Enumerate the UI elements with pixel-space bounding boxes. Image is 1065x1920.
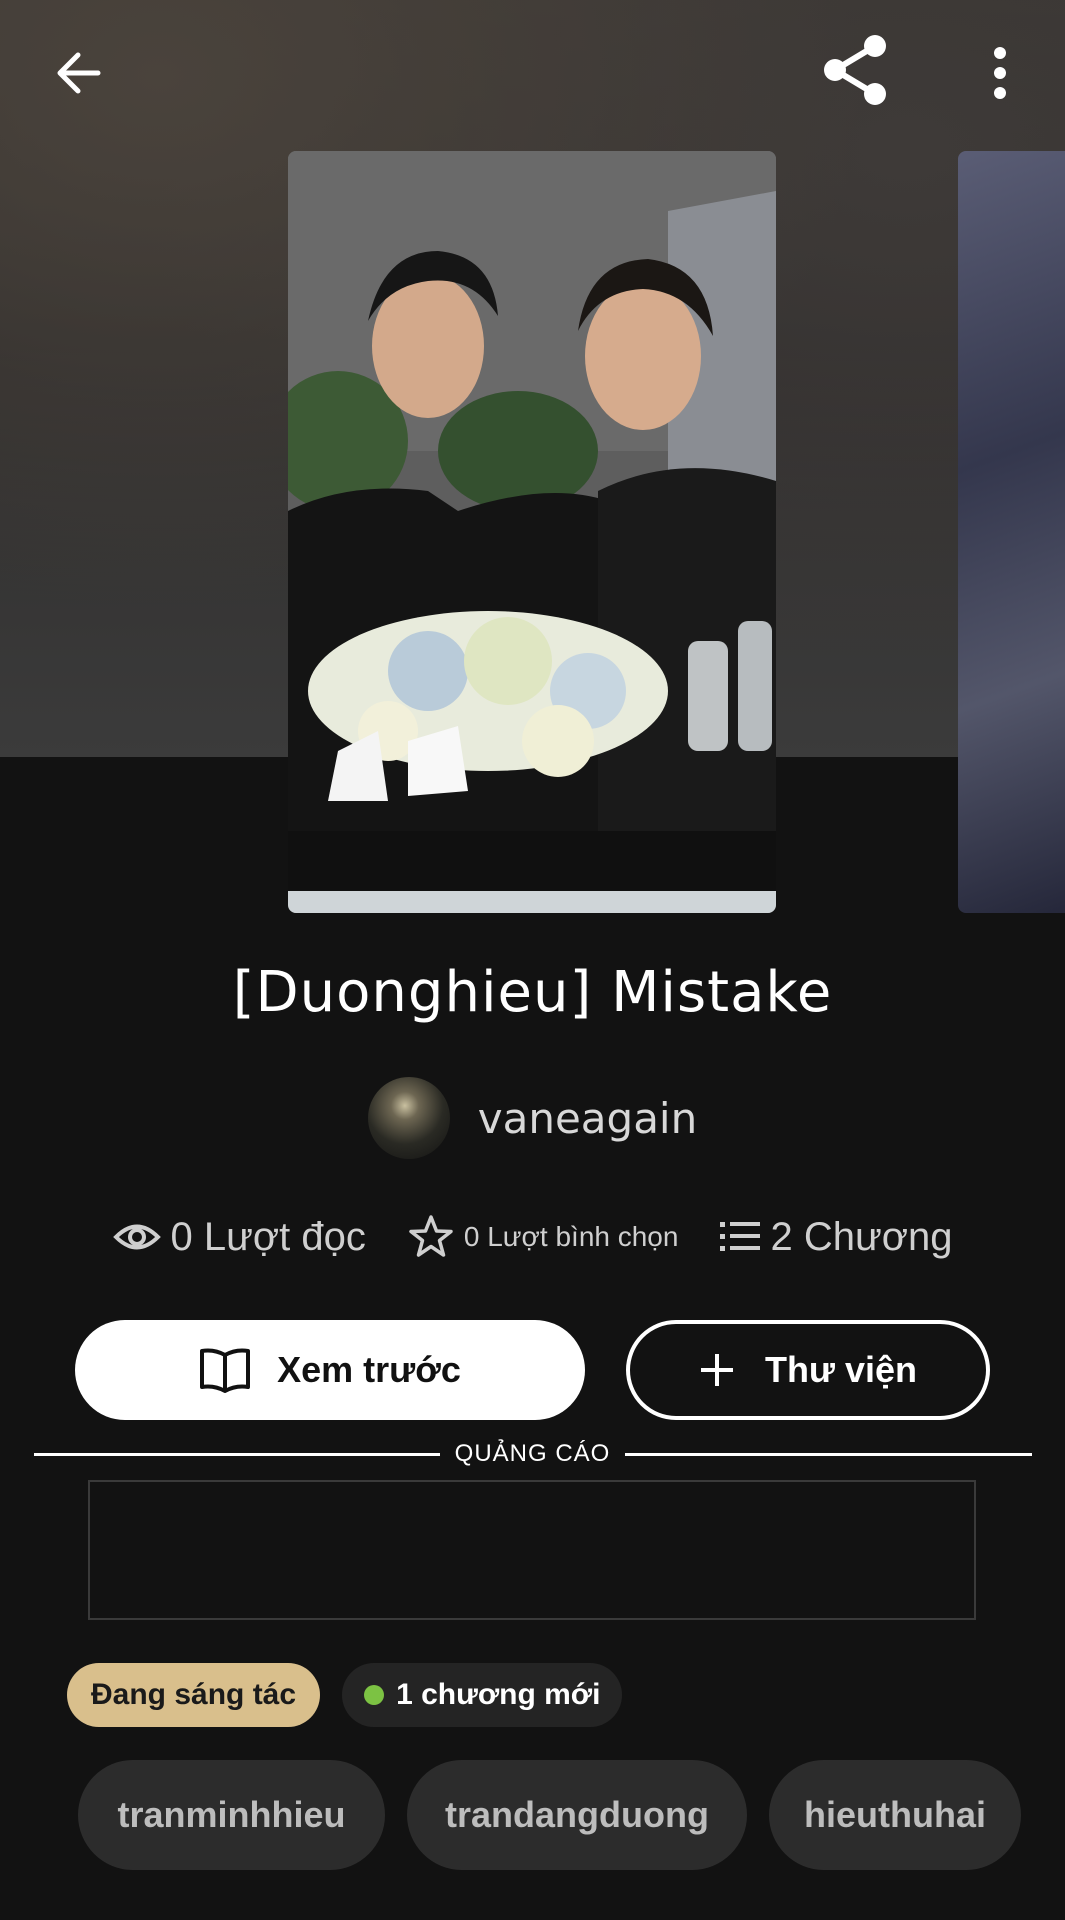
story-stats: 0 Lượt đọc 0 Lượt bình chọn 2 Chương: [0, 1205, 1065, 1269]
arrow-left-icon: [57, 52, 101, 94]
more-vertical-icon: [994, 47, 1006, 99]
story-title: [Duonghieu] Mistake: [232, 960, 833, 1025]
share-button[interactable]: [810, 30, 900, 110]
eye-icon: [112, 1224, 161, 1250]
back-button[interactable]: [40, 38, 120, 108]
new-chapters-badge: 1 chương mới: [342, 1663, 623, 1727]
reads-stat: 0 Lượt đọc: [112, 1214, 366, 1260]
preview-label: Xem trước: [277, 1349, 461, 1390]
star-icon: [409, 1215, 453, 1257]
preview-button[interactable]: Xem trước: [75, 1320, 585, 1420]
new-dot-icon: [364, 1685, 385, 1705]
divider-left: [34, 1453, 440, 1456]
tags-row: tranminhhieu trandangduong hieuthuhai: [78, 1760, 1021, 1870]
story-cover[interactable]: [288, 151, 776, 913]
share-icon: [824, 35, 886, 105]
tag-chip[interactable]: trandangduong: [407, 1760, 747, 1870]
top-bar: [0, 0, 1065, 150]
more-options-button[interactable]: [970, 38, 1030, 108]
tag-chip[interactable]: tranminhhieu: [78, 1760, 385, 1870]
reads-count: 0 Lượt đọc: [170, 1214, 366, 1259]
badges-row: Đang sáng tác 1 chương mới: [67, 1663, 623, 1727]
author-avatar[interactable]: [367, 1077, 450, 1159]
cover-image: [288, 151, 776, 913]
votes-count: 0 Lượt bình chọn: [463, 1221, 679, 1252]
plus-icon: [700, 1354, 733, 1386]
next-story-cover[interactable]: [958, 151, 1065, 913]
new-chapters-label: 1 chương mới: [396, 1678, 601, 1711]
ad-slot[interactable]: [88, 1480, 976, 1620]
ad-label: QUẢNG CÁO: [454, 1440, 611, 1467]
tag-chip[interactable]: hieuthuhai: [769, 1760, 1021, 1870]
book-open-icon: [200, 1348, 251, 1393]
add-to-library-button[interactable]: Thư viện: [626, 1320, 990, 1420]
status-badge: Đang sáng tác: [67, 1663, 321, 1727]
author-row[interactable]: vaneagain: [0, 1075, 1065, 1161]
library-label: Thư viện: [764, 1349, 918, 1390]
author-name[interactable]: vaneagain: [478, 1094, 697, 1143]
list-icon: [720, 1222, 761, 1251]
divider-right: [625, 1453, 1032, 1456]
chapters-count: 2 Chương: [770, 1214, 953, 1259]
chapters-stat[interactable]: 2 Chương: [720, 1215, 952, 1260]
votes-stat: 0 Lượt bình chọn: [408, 1214, 679, 1260]
